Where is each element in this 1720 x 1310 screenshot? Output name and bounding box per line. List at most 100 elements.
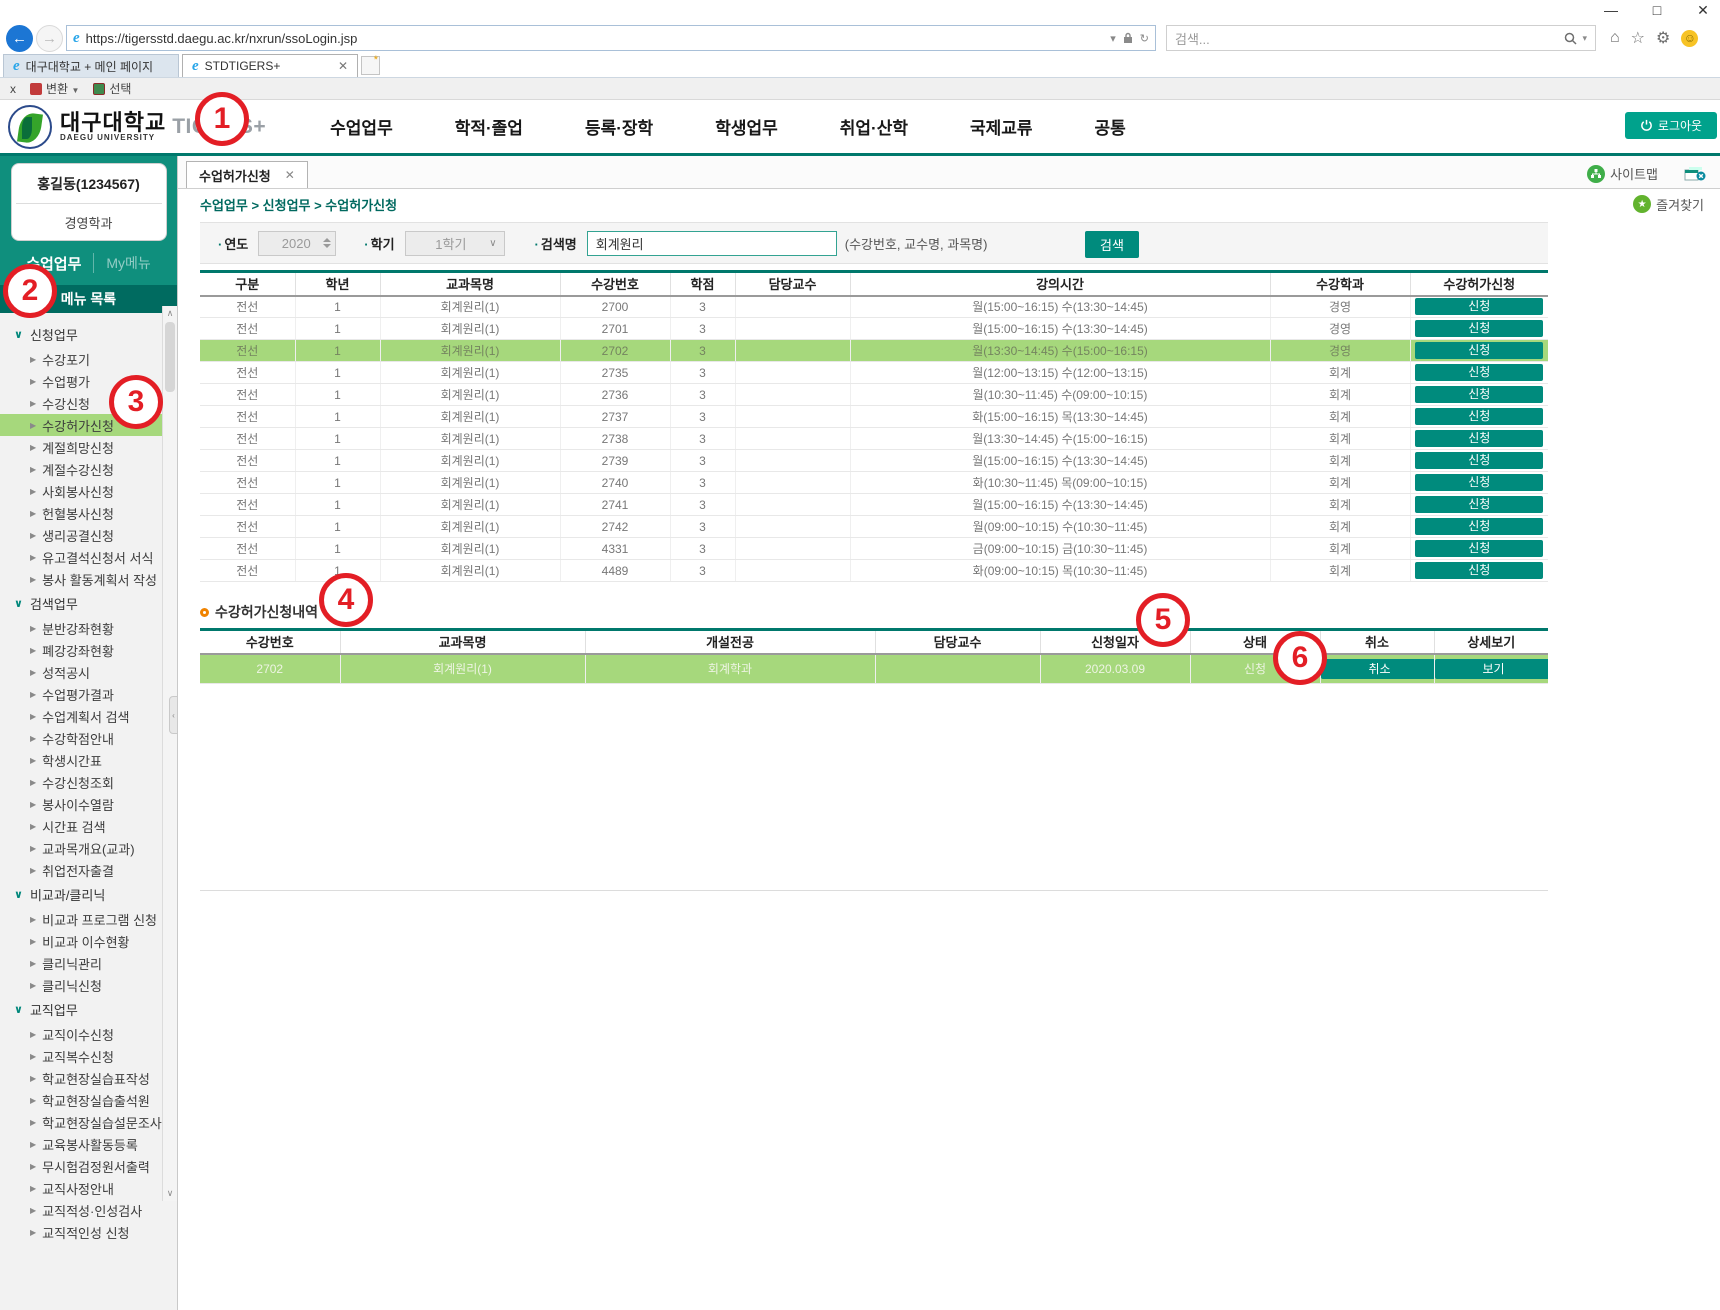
- sidebar-tab-mymenu[interactable]: My메뉴: [93, 253, 162, 273]
- sidebar-item[interactable]: ▶수업계획서 검색: [0, 705, 177, 727]
- browser-tab[interactable]: eSTDTIGERS+✕: [182, 54, 358, 77]
- apply-button[interactable]: 신청: [1415, 496, 1543, 513]
- refresh-icon[interactable]: ↻: [1140, 32, 1149, 45]
- nav-item[interactable]: 국제교류: [970, 114, 1033, 139]
- sidebar-item[interactable]: ▶봉사 활동계획서 작성: [0, 568, 177, 590]
- sidebar-item[interactable]: ▶수강포기: [0, 348, 177, 370]
- sidebar-scrollbar[interactable]: ∧ ∨: [162, 306, 177, 1201]
- sidebar-item[interactable]: ▶취업전자출결: [0, 859, 177, 881]
- course-row[interactable]: 전선1회계원리(1)43313금(09:00~10:15) 금(10:30~11…: [200, 538, 1548, 560]
- nav-item[interactable]: 등록·장학: [585, 114, 653, 139]
- home-icon[interactable]: ⌂: [1610, 29, 1620, 47]
- apply-button[interactable]: 신청: [1415, 364, 1543, 381]
- sidebar-item[interactable]: ▶계절수강신청: [0, 458, 177, 480]
- feedback-smiley-icon[interactable]: ☺: [1681, 30, 1698, 47]
- course-row[interactable]: 전선1회계원리(1)27393월(15:00~16:15) 수(13:30~14…: [200, 450, 1548, 472]
- sidebar-item[interactable]: ▶교직적성·인성검사: [0, 1199, 177, 1221]
- maximize-icon[interactable]: □: [1648, 2, 1666, 19]
- apply-button[interactable]: 신청: [1415, 518, 1543, 535]
- course-row[interactable]: 전선1회계원리(1)27003월(15:00~16:15) 수(13:30~14…: [200, 296, 1548, 318]
- scroll-down-icon[interactable]: ∨: [163, 1186, 177, 1201]
- cancel-button[interactable]: 취소: [1321, 659, 1435, 679]
- course-row[interactable]: 전선1회계원리(1)27023월(13:30~14:45) 수(15:00~16…: [200, 340, 1548, 362]
- spinner-arrows-icon[interactable]: [323, 238, 331, 248]
- course-row[interactable]: 전선1회계원리(1)27013월(15:00~16:15) 수(13:30~14…: [200, 318, 1548, 340]
- select-button[interactable]: 선택: [93, 80, 131, 97]
- autocomplete-dropdown-icon[interactable]: ▾: [1110, 32, 1116, 45]
- sidebar-item[interactable]: ▶수강학점안내: [0, 727, 177, 749]
- sidebar-item[interactable]: ▶분반강좌현황: [0, 617, 177, 639]
- sidebar-collapse-handle[interactable]: ‹: [169, 696, 178, 734]
- sidebar-item[interactable]: ▶비교과 이수현황: [0, 930, 177, 952]
- apply-button[interactable]: 신청: [1415, 474, 1543, 491]
- apply-button[interactable]: 신청: [1415, 320, 1543, 337]
- sidebar-item[interactable]: ▶교육봉사활동등록: [0, 1133, 177, 1155]
- close-icon[interactable]: ✕: [1694, 2, 1712, 19]
- sidebar-item[interactable]: ▶생리공결신청: [0, 524, 177, 546]
- sidebar-item[interactable]: ▶클리닉관리: [0, 952, 177, 974]
- back-button[interactable]: ←: [6, 25, 33, 52]
- sidebar-item[interactable]: ▶학교현장실습출석원: [0, 1089, 177, 1111]
- sidebar-item[interactable]: ▶교직복수신청: [0, 1045, 177, 1067]
- year-spinner[interactable]: 2020: [258, 231, 336, 256]
- browser-tab[interactable]: e대구대학교 + 메인 페이지: [3, 54, 179, 77]
- apply-button[interactable]: 신청: [1415, 386, 1543, 403]
- favorites-star-icon[interactable]: ☆: [1631, 28, 1645, 48]
- scrollbar-thumb[interactable]: [165, 322, 175, 392]
- nav-item[interactable]: 학생업무: [715, 114, 778, 139]
- close-all-tabs-button[interactable]: [1684, 166, 1706, 182]
- address-bar[interactable]: e https://tigersstd.daegu.ac.kr/nxrun/ss…: [66, 25, 1156, 51]
- sidebar-item[interactable]: ▶시간표 검색: [0, 815, 177, 837]
- sidebar-item[interactable]: ▶사회봉사신청: [0, 480, 177, 502]
- history-row[interactable]: 2702회계원리(1)회계학과2020.03.09신청취소보기: [200, 654, 1548, 684]
- sidebar-item[interactable]: ▶교직적인성 신청: [0, 1221, 177, 1243]
- sidebar-item[interactable]: ▶유고결석신청서 서식: [0, 546, 177, 568]
- sitemap-button[interactable]: 사이트맵: [1587, 164, 1658, 183]
- course-row[interactable]: 전선1회계원리(1)27423월(09:00~10:15) 수(10:30~11…: [200, 516, 1548, 538]
- course-row[interactable]: 전선1회계원리(1)27413월(15:00~16:15) 수(13:30~14…: [200, 494, 1548, 516]
- apply-button[interactable]: 신청: [1415, 342, 1543, 359]
- sidebar-item[interactable]: ▶학교현장실습설문조사: [0, 1111, 177, 1133]
- sidebar-item[interactable]: ▶학생시간표: [0, 749, 177, 771]
- sidebar-item[interactable]: ▶교직이수신청: [0, 1023, 177, 1045]
- convert-button[interactable]: 변환 ▼: [30, 80, 79, 97]
- apply-button[interactable]: 신청: [1415, 408, 1543, 425]
- sidebar-item[interactable]: ▶성적공시: [0, 661, 177, 683]
- course-row[interactable]: 전선1회계원리(1)27403화(10:30~11:45) 목(09:00~10…: [200, 472, 1548, 494]
- favorite-button[interactable]: ★ 즐겨찾기: [1633, 195, 1704, 214]
- keyword-input[interactable]: [587, 231, 837, 256]
- course-row[interactable]: 전선1회계원리(1)27353월(12:00~13:15) 수(12:00~13…: [200, 362, 1548, 384]
- page-tab[interactable]: 수업허가신청 ✕: [186, 161, 308, 188]
- search-button[interactable]: 검색: [1085, 231, 1139, 258]
- course-row[interactable]: 전선1회계원리(1)27373화(15:00~16:15) 목(13:30~14…: [200, 406, 1548, 428]
- scroll-up-icon[interactable]: ∧: [163, 306, 177, 321]
- new-tab-button[interactable]: [361, 56, 380, 75]
- sidebar-item[interactable]: ▶학교현장실습표작성: [0, 1067, 177, 1089]
- course-row[interactable]: 전선1회계원리(1)27363월(10:30~11:45) 수(09:00~10…: [200, 384, 1548, 406]
- sidebar-item[interactable]: ▶봉사이수열람: [0, 793, 177, 815]
- minimize-icon[interactable]: —: [1602, 2, 1620, 19]
- sidebar-section-header[interactable]: ∨교직업무: [0, 996, 177, 1023]
- sidebar-item[interactable]: ▶클리닉신청: [0, 974, 177, 996]
- university-logo[interactable]: [8, 105, 52, 149]
- course-row[interactable]: 전선1회계원리(1)44893화(09:00~10:15) 목(10:30~11…: [200, 560, 1548, 582]
- view-button[interactable]: 보기: [1435, 659, 1549, 679]
- sidebar-item[interactable]: ▶교과목개요(교과): [0, 837, 177, 859]
- search-dropdown-icon[interactable]: ▾: [1582, 33, 1587, 44]
- url-text[interactable]: https://tigersstd.daegu.ac.kr/nxrun/ssoL…: [86, 31, 1104, 46]
- sidebar-item[interactable]: ▶비교과 프로그램 신청: [0, 908, 177, 930]
- sidebar-item[interactable]: ▶수강신청조회: [0, 771, 177, 793]
- page-tab-close-icon[interactable]: ✕: [285, 168, 295, 182]
- nav-item[interactable]: 수업업무: [330, 114, 393, 139]
- apply-button[interactable]: 신청: [1415, 298, 1543, 315]
- sidebar-item[interactable]: ▶폐강강좌현황: [0, 639, 177, 661]
- settings-gear-icon[interactable]: ⚙: [1656, 28, 1670, 48]
- sidebar-section-header[interactable]: ∨검색업무: [0, 590, 177, 617]
- sidebar-item[interactable]: ▶수업평가결과: [0, 683, 177, 705]
- course-row[interactable]: 전선1회계원리(1)27383월(13:30~14:45) 수(15:00~16…: [200, 428, 1548, 450]
- nav-item[interactable]: 취업·산학: [840, 114, 908, 139]
- search-icon[interactable]: [1564, 32, 1577, 45]
- addon-close-button[interactable]: x: [10, 82, 16, 96]
- sidebar-item[interactable]: ▶교직사정안내: [0, 1177, 177, 1199]
- nav-item[interactable]: 공통: [1095, 114, 1126, 139]
